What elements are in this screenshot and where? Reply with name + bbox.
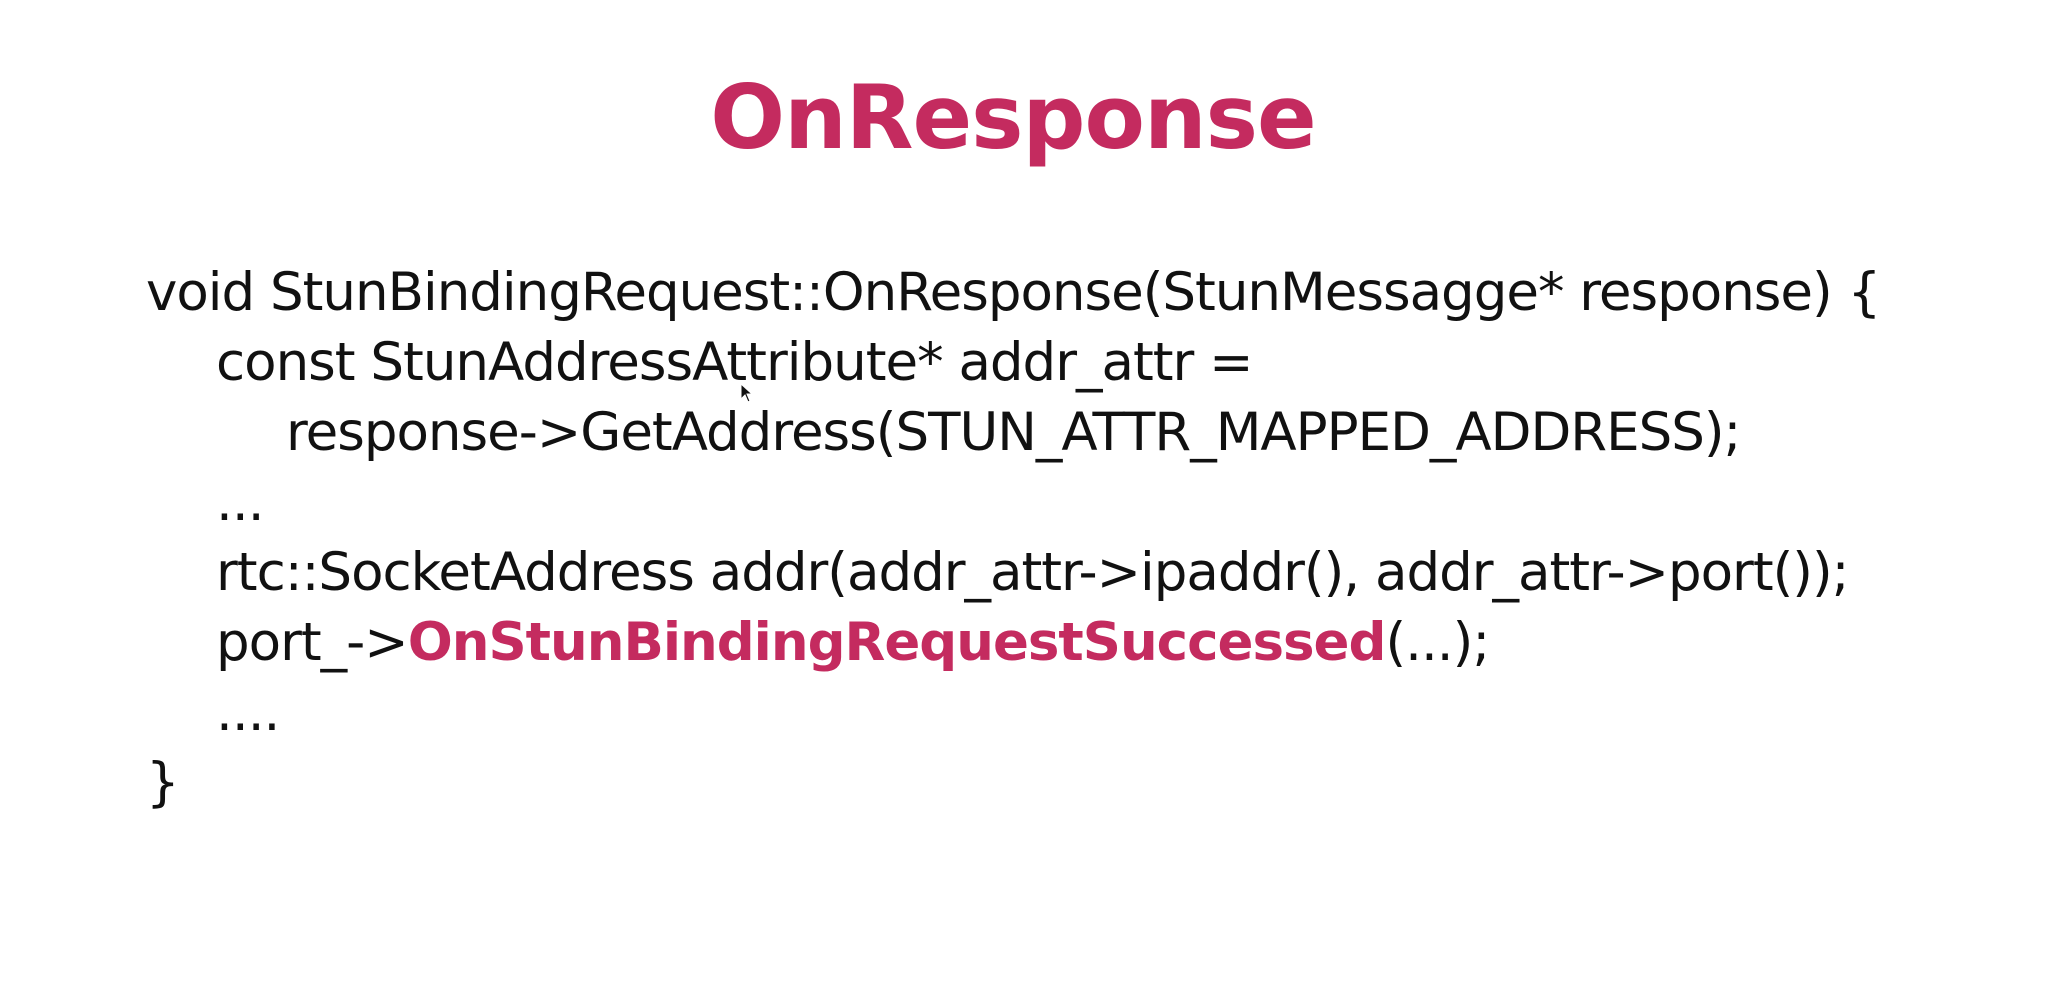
code-line-closing-brace: }	[146, 752, 180, 813]
code-line-function-signature: void StunBindingRequest::OnResponse(Stun…	[146, 262, 1881, 323]
mouse-pointer-icon	[740, 383, 754, 403]
code-line-port-callback: port_->OnStunBindingRequestSuccessed(...…	[216, 608, 1490, 678]
code-line-socket-address: rtc::SocketAddress addr(addr_attr->ipadd…	[216, 542, 1850, 603]
code-port-prefix: port_->	[216, 612, 409, 673]
code-line-ellipsis-2: ....	[216, 682, 280, 743]
code-call-suffix: (...);	[1385, 612, 1490, 673]
code-line-ellipsis-1: ...	[216, 472, 265, 533]
slide-title: OnResponse	[710, 66, 1316, 169]
highlighted-method-name: OnStunBindingRequestSuccessed	[407, 612, 1387, 673]
code-line-get-address: response->GetAddress(STUN_ATTR_MAPPED_AD…	[286, 402, 1741, 463]
slide: OnResponse void StunBindingRequest::OnRe…	[0, 0, 2060, 1004]
code-line-const-addr-attr: const StunAddressAttribute* addr_attr =	[216, 332, 1254, 393]
